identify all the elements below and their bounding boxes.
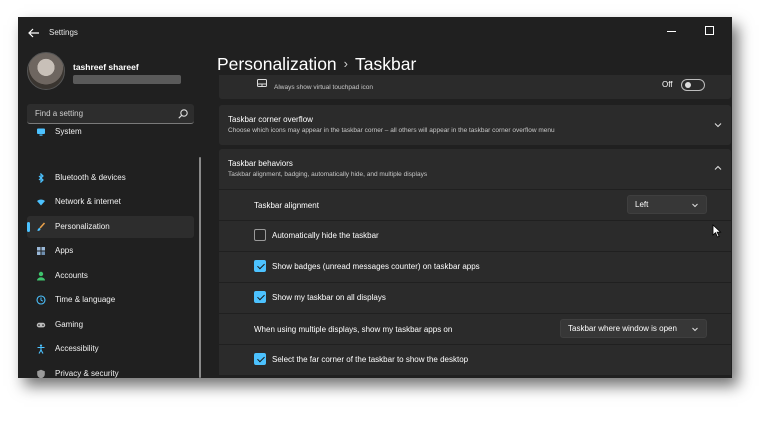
all-displays-row: Show my taskbar on all displays [219,283,731,313]
mouse-cursor-icon [712,224,722,238]
checkbox-label[interactable]: Select the far corner of the taskbar to … [272,355,468,364]
taskbar-alignment-row: Taskbar alignment Left [219,190,731,220]
chevron-down-icon[interactable] [713,120,723,130]
multi-display-row: When using multiple displays, show my ta… [219,314,731,344]
breadcrumb: Personalization › Taskbar [217,54,416,75]
checkbox-label[interactable]: Show badges (unread messages counter) on… [272,262,480,271]
title-bar: Settings [18,17,732,49]
sidebar-scrollbar[interactable] [199,157,201,378]
user-profile[interactable]: tashreef shareef [27,52,217,92]
search-icon[interactable] [177,108,189,120]
sidebar-item-label: Personalization [55,222,110,231]
maximize-button[interactable] [700,21,720,41]
checkbox-label[interactable]: Show my taskbar on all displays [272,293,386,302]
arrow-left-icon [28,28,39,38]
search-box[interactable]: Find a setting [27,104,194,124]
sidebar-item-system[interactable]: System [27,127,194,143]
sidebar-item-label: Time & language [55,295,116,304]
page-title: Taskbar [355,54,417,74]
shield-icon [37,369,45,378]
active-indicator [27,222,30,232]
wifi-icon [37,199,45,206]
breadcrumb-section[interactable]: Personalization [217,54,337,74]
sidebar-item-label: Gaming [55,320,84,329]
brush-icon [37,222,46,231]
sidebar-item-label: System [55,127,82,136]
accessibility-icon [37,344,45,354]
dropdown-value: Left [635,200,649,209]
all-displays-checkbox[interactable] [254,291,266,303]
sidebar-item-privacy-security[interactable]: Privacy & security [27,363,194,378]
badges-checkbox[interactable] [254,260,266,272]
toggle-state-label: Off [662,80,673,89]
setting-label: When using multiple displays, show my ta… [254,325,453,334]
touchpad-setting-row: Always show virtual touchpad icon [219,75,731,99]
far-corner-checkbox[interactable] [254,353,266,365]
sidebar-item-network[interactable]: Network & internet [27,191,194,213]
user-email-redacted [73,75,181,84]
sidebar-item-label: Apps [55,246,74,255]
behaviors-card-header[interactable]: Taskbar behaviors Taskbar alignment, bad… [219,149,731,189]
sidebar-item-gaming[interactable]: Gaming [27,314,194,336]
clock-globe-icon [36,295,46,305]
sidebar-item-label: Network & internet [55,197,121,206]
card-title: Taskbar behaviors [228,159,293,168]
user-name: tashreef shareef [73,62,139,72]
system-icon [37,128,45,136]
avatar [27,52,65,90]
sidebar-item-label: Privacy & security [55,369,119,378]
touchpad-icon [257,79,267,87]
card-description: Choose which icons may appear in the tas… [228,127,555,134]
gamepad-icon [36,322,46,328]
chevron-right-icon: › [343,56,348,71]
bluetooth-icon [38,173,44,183]
multi-display-dropdown[interactable]: Taskbar where window is open [560,319,707,338]
alignment-dropdown[interactable]: Left [627,195,707,214]
setting-label: Taskbar alignment [254,201,319,210]
sidebar-item-accounts[interactable]: Accounts [27,265,194,287]
back-button[interactable] [26,25,42,41]
apps-icon [37,247,45,255]
accounts-icon [37,271,45,281]
settings-window: Settings tashreef shareef Find a setting… [18,17,732,378]
chevron-up-icon[interactable] [713,163,723,173]
search-input[interactable]: Find a setting [35,109,83,118]
chevron-down-icon [692,327,698,332]
autohide-row: Automatically hide the taskbar [219,221,731,251]
card-title: Taskbar corner overflow [228,115,313,124]
app-title: Settings [49,28,78,37]
sidebar-item-label: Accounts [55,271,88,280]
card-description: Taskbar alignment, badging, automaticall… [228,171,428,178]
badges-row: Show badges (unread messages counter) on… [219,252,731,282]
sidebar-item-accessibility[interactable]: Accessibility [27,338,194,360]
sidebar-item-label: Accessibility [55,344,99,353]
sidebar-item-label: Bluetooth & devices [55,173,126,182]
sidebar-item-bluetooth[interactable]: Bluetooth & devices [27,167,194,189]
dropdown-value: Taskbar where window is open [568,324,677,333]
setting-description: Always show virtual touchpad icon [274,84,373,91]
sidebar-item-apps[interactable]: Apps [27,240,194,262]
chevron-down-icon [692,203,698,208]
sidebar-nav: System Bluetooth & devices Network & int… [27,127,194,378]
minimize-button[interactable] [662,21,682,41]
sidebar-item-time-language[interactable]: Time & language [27,289,194,311]
far-corner-row: Select the far corner of the taskbar to … [219,345,731,375]
sidebar-item-personalization[interactable]: Personalization [27,216,194,238]
touchpad-toggle[interactable] [681,79,705,91]
corner-overflow-card[interactable]: Taskbar corner overflow Choose which ico… [219,105,731,145]
autohide-checkbox[interactable] [254,229,266,241]
checkbox-label[interactable]: Automatically hide the taskbar [272,231,379,240]
